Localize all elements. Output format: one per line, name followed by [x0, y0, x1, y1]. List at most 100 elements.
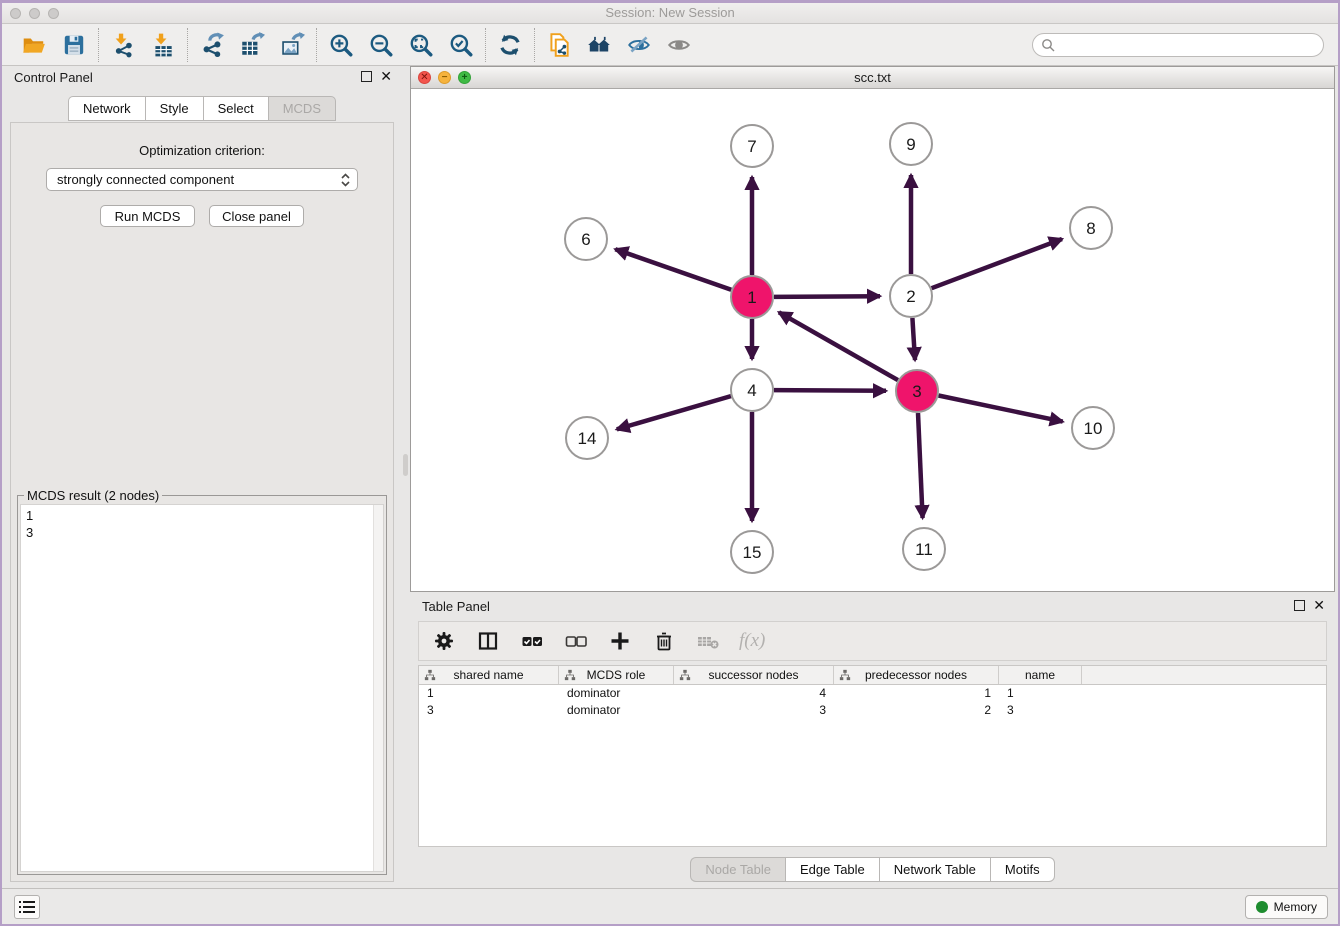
open-session-icon[interactable]: [20, 31, 48, 59]
tab-style[interactable]: Style: [145, 96, 203, 121]
column-header-shared-name[interactable]: shared name: [419, 666, 559, 684]
edge-3-10[interactable]: [939, 396, 1063, 422]
table-panel: Table Panel ✕: [410, 595, 1335, 890]
tab-network-table[interactable]: Network Table: [879, 857, 990, 882]
tab-motifs[interactable]: Motifs: [990, 857, 1055, 882]
network-canvas[interactable]: 7 9 6 8 1 2 4 3 14 10 15 11: [411, 89, 1334, 591]
criterion-select[interactable]: strongly connected component: [46, 168, 358, 191]
export-network-icon[interactable]: [198, 31, 226, 59]
search-field[interactable]: [1032, 33, 1324, 57]
gear-icon[interactable]: [431, 628, 457, 654]
toggle-graphics-details-icon[interactable]: [625, 31, 653, 59]
graph-node-9[interactable]: 9: [890, 123, 932, 165]
splitter-handle[interactable]: [403, 454, 408, 476]
edge-3-11[interactable]: [918, 413, 923, 518]
duplicate-network-icon[interactable]: [545, 31, 573, 59]
network-window-title: scc.txt: [411, 70, 1334, 85]
import-network-icon[interactable]: [109, 31, 137, 59]
edge-4-14[interactable]: [617, 396, 731, 429]
delete-table-icon[interactable]: [695, 628, 721, 654]
show-hide-panels-icon[interactable]: [665, 31, 693, 59]
cell-name[interactable]: 1: [999, 685, 1082, 702]
table-header-row: shared name MCDS role successor nodes: [419, 666, 1326, 685]
cell-mcds-role[interactable]: dominator: [559, 702, 674, 719]
tab-mcds[interactable]: MCDS: [268, 96, 336, 121]
graph-node-1[interactable]: 1: [731, 276, 773, 318]
unselect-all-columns-icon[interactable]: [563, 628, 589, 654]
graph-node-7[interactable]: 7: [731, 125, 773, 167]
cell-predecessor-nodes[interactable]: 2: [834, 702, 999, 719]
edge-1-6[interactable]: [615, 249, 731, 290]
zoom-in-icon[interactable]: [327, 31, 355, 59]
result-scrollbar[interactable]: [373, 505, 383, 871]
column-header-mcds-role[interactable]: MCDS role: [559, 666, 674, 684]
graph-node-10[interactable]: 10: [1072, 407, 1114, 449]
float-table-panel-icon[interactable]: [1294, 600, 1305, 611]
edge-2-3[interactable]: [912, 318, 915, 360]
edge-2-8[interactable]: [932, 239, 1062, 288]
graph-node-15[interactable]: 15: [731, 531, 773, 573]
cell-successor-nodes[interactable]: 3: [674, 702, 834, 719]
edge-3-1[interactable]: [779, 312, 898, 380]
graph-node-3[interactable]: 3: [896, 370, 938, 412]
network-graph[interactable]: 7 9 6 8 1 2 4 3 14 10 15 11: [411, 89, 1334, 591]
first-neighbors-icon[interactable]: [585, 31, 613, 59]
network-view-window: ✕ − + scc.txt 7 9 6 8 1 2 4 3 14 10 15 11: [410, 66, 1335, 592]
column-header-name[interactable]: name: [999, 666, 1082, 684]
delete-columns-icon[interactable]: [651, 628, 677, 654]
control-panel-title: Control Panel: [14, 70, 93, 85]
cell-mcds-role[interactable]: dominator: [559, 685, 674, 702]
select-all-columns-icon[interactable]: [519, 628, 545, 654]
close-panel-icon[interactable]: ✕: [380, 71, 392, 82]
cell-shared-name[interactable]: 1: [419, 685, 559, 702]
function-builder-icon[interactable]: f(x): [739, 630, 765, 652]
float-panel-icon[interactable]: [361, 71, 372, 82]
split-panel-icon[interactable]: [475, 628, 501, 654]
save-session-icon[interactable]: [60, 31, 88, 59]
network-window-titlebar[interactable]: ✕ − + scc.txt: [411, 67, 1334, 89]
tab-edge-table[interactable]: Edge Table: [785, 857, 879, 882]
cell-successor-nodes[interactable]: 4: [674, 685, 834, 702]
stepper-arrows-icon: [340, 172, 351, 188]
cell-predecessor-nodes[interactable]: 1: [834, 685, 999, 702]
graph-node-11[interactable]: 11: [903, 528, 945, 570]
edge-1-2[interactable]: [774, 296, 880, 297]
zoom-selected-icon[interactable]: [447, 31, 475, 59]
import-table-icon[interactable]: [149, 31, 177, 59]
tab-network[interactable]: Network: [68, 96, 145, 121]
export-table-icon[interactable]: [238, 31, 266, 59]
graph-node-14[interactable]: 14: [566, 417, 608, 459]
task-history-button[interactable]: [14, 895, 40, 919]
table-row[interactable]: 3 dominator 3 2 3: [419, 702, 1326, 719]
node-label: 2: [906, 287, 915, 306]
cell-name[interactable]: 3: [999, 702, 1082, 719]
tab-node-table[interactable]: Node Table: [690, 857, 785, 882]
attribute-type-icon: [839, 669, 851, 681]
close-table-panel-icon[interactable]: ✕: [1313, 600, 1325, 611]
control-panel-tabs: Network Style Select MCDS: [2, 96, 402, 121]
graph-node-4[interactable]: 4: [731, 369, 773, 411]
mcds-result-box[interactable]: 1 3: [20, 504, 384, 872]
list-icon: [19, 900, 35, 914]
run-mcds-button[interactable]: Run MCDS: [100, 205, 195, 227]
memory-button[interactable]: Memory: [1245, 895, 1328, 919]
zoom-out-icon[interactable]: [367, 31, 395, 59]
column-header-successor-nodes[interactable]: successor nodes: [674, 666, 834, 684]
close-panel-button[interactable]: Close panel: [209, 205, 304, 227]
control-panel: Control Panel ✕ Network Style Select MCD…: [2, 66, 402, 890]
zoom-fit-icon[interactable]: [407, 31, 435, 59]
refresh-network-icon[interactable]: [496, 31, 524, 59]
table-row[interactable]: 1 dominator 4 1 1: [419, 685, 1326, 702]
graph-node-2[interactable]: 2: [890, 275, 932, 317]
column-header-predecessor-nodes[interactable]: predecessor nodes: [834, 666, 999, 684]
graph-node-8[interactable]: 8: [1070, 207, 1112, 249]
tab-select[interactable]: Select: [203, 96, 268, 121]
export-image-icon[interactable]: [278, 31, 306, 59]
panel-splitter[interactable]: [402, 66, 410, 890]
search-input[interactable]: [1060, 38, 1315, 52]
criterion-selected-value: strongly connected component: [57, 172, 340, 187]
edge-4-3[interactable]: [774, 390, 886, 391]
graph-node-6[interactable]: 6: [565, 218, 607, 260]
add-column-icon[interactable]: [607, 628, 633, 654]
cell-shared-name[interactable]: 3: [419, 702, 559, 719]
